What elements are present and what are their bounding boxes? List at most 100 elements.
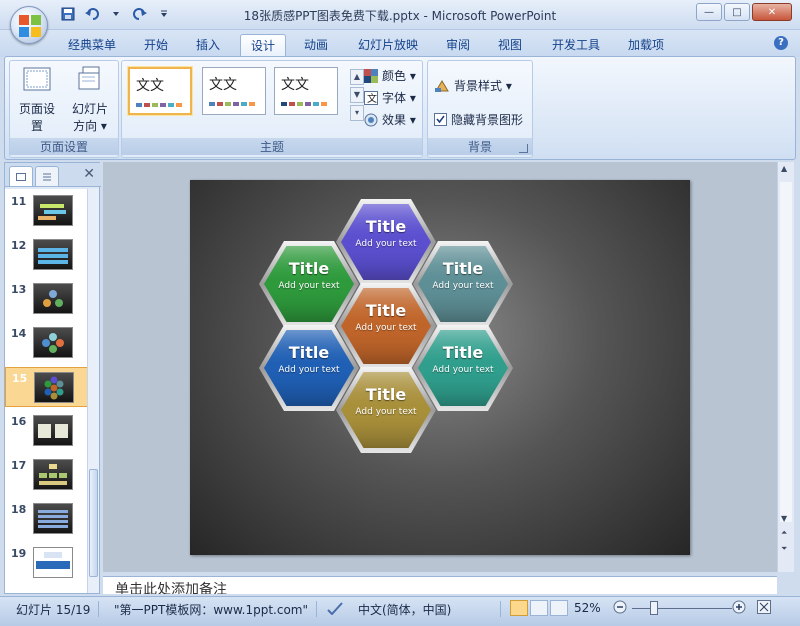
ribbon-tab-bar: 经典菜单 开始 插入 设计 动画 幻灯片放映 审阅 视图 开发工具 加载项 ? <box>0 30 800 57</box>
slide-orientation-label-1: 幻灯片 <box>71 102 108 116</box>
slide-show-view-button[interactable] <box>550 600 568 616</box>
slide-thumbnail-list: 11 12 13 14 15 16 17 18 19 <box>5 189 89 593</box>
zoom-slider-knob[interactable] <box>650 601 658 615</box>
gallery-more[interactable]: ▾ <box>350 105 364 121</box>
theme-effects-button[interactable]: 效果 ▾ <box>364 111 416 128</box>
slide-orientation-button[interactable]: 幻灯片 方向 ▾ <box>68 65 112 134</box>
checkbox-checked-icon[interactable] <box>434 113 447 126</box>
colors-icon <box>364 68 378 83</box>
slide-thumbnail-19[interactable]: 19 <box>5 543 89 583</box>
previous-slide-icon[interactable]: ⏶ <box>781 528 787 538</box>
status-separator <box>316 601 317 617</box>
hexagon-bottom[interactable]: Title Add your text <box>336 367 436 453</box>
close-panel-icon[interactable]: ✕ <box>83 166 95 182</box>
background-group: 背景样式 ▾ 隐藏背景图形 背景 <box>427 60 533 158</box>
tab-slide-show[interactable]: 幻灯片放映 <box>348 34 428 57</box>
outline-tab[interactable] <box>35 166 59 186</box>
hide-background-graphics-label: 隐藏背景图形 <box>451 113 524 127</box>
redo-icon[interactable] <box>130 5 150 23</box>
slide-sorter-view-button[interactable] <box>530 600 548 616</box>
gallery-scroll-up[interactable]: ▲ <box>350 69 364 85</box>
slide-number: 12 <box>11 239 27 252</box>
theme-thumbnail[interactable]: 文文 <box>274 67 338 115</box>
theme-thumbnail[interactable]: 文文 <box>128 67 192 115</box>
slide-preview <box>33 503 73 534</box>
hexagon-title: Title <box>288 343 330 362</box>
slide-thumbnail-12[interactable]: 12 <box>5 235 89 275</box>
slide-number: 11 <box>11 195 27 208</box>
tab-developer[interactable]: 开发工具 <box>542 34 610 57</box>
theme-fonts-button[interactable]: 文 字体 ▾ <box>364 89 416 106</box>
window-controls: — □ ✕ <box>696 3 792 21</box>
zoom-in-icon[interactable] <box>732 600 746 617</box>
close-button[interactable]: ✕ <box>752 3 792 21</box>
hexagon-title: Title <box>365 217 407 236</box>
tab-home[interactable]: 开始 <box>134 34 178 57</box>
hide-background-graphics[interactable]: 隐藏背景图形 <box>434 111 523 128</box>
background-styles-button[interactable]: 背景样式 ▾ <box>434 77 512 94</box>
undo-dropdown-icon[interactable] <box>106 5 126 23</box>
scrollbar-thumb[interactable] <box>89 469 98 577</box>
undo-icon[interactable] <box>82 5 102 23</box>
page-setup-button[interactable]: 页面设置 <box>16 65 58 134</box>
zoom-slider[interactable] <box>632 608 732 609</box>
outline-tab-icon <box>43 173 51 180</box>
slides-panel: ✕ 11 12 13 14 15 16 17 18 19 <box>4 162 101 594</box>
theme-colors-button[interactable]: 颜色 ▾ <box>364 67 416 84</box>
slide-canvas[interactable]: Title Add your text Title Add your text Titl… <box>190 180 690 555</box>
themes-group-label: 主题 <box>122 138 422 155</box>
theme-swatches <box>209 102 255 106</box>
save-icon[interactable] <box>58 5 78 23</box>
tab-insert[interactable]: 插入 <box>186 34 230 57</box>
slide-editing-area: Title Add your text Title Add your text Titl… <box>103 162 777 572</box>
theme-thumbnail-text: 文文 <box>209 77 237 93</box>
normal-view-button[interactable] <box>510 600 528 616</box>
tab-classic-menu[interactable]: 经典菜单 <box>58 34 126 57</box>
theme-thumbnail[interactable]: 文文 <box>202 67 266 115</box>
tab-add-ins[interactable]: 加载项 <box>618 34 674 57</box>
status-separator <box>98 601 99 617</box>
tab-review[interactable]: 审阅 <box>436 34 480 57</box>
maximize-button[interactable]: □ <box>724 3 750 21</box>
slide-thumbnail-14[interactable]: 14 <box>5 323 89 363</box>
slide-preview <box>33 239 73 270</box>
notes-placeholder: 单击此处添加备注 <box>115 582 227 594</box>
theme-gallery: 文文 文文 文文 ▲ ▼ ▾ <box>126 67 364 123</box>
next-slide-icon[interactable]: ⏷ <box>781 544 787 554</box>
slide-number: 19 <box>11 547 27 560</box>
notes-pane[interactable]: 单击此处添加备注 <box>103 576 777 594</box>
office-button[interactable] <box>10 6 48 44</box>
customize-qat-icon[interactable] <box>154 5 174 23</box>
slides-tab[interactable] <box>9 166 33 186</box>
slide-thumbnail-17[interactable]: 17 <box>5 455 89 495</box>
tab-animations[interactable]: 动画 <box>294 34 338 57</box>
scroll-down-arrow-icon[interactable]: ▼ <box>781 514 787 523</box>
slide-thumbnail-18[interactable]: 18 <box>5 499 89 539</box>
slide-thumbnail-11[interactable]: 11 <box>5 191 89 231</box>
spell-check-icon[interactable] <box>326 601 344 618</box>
slide-preview <box>33 415 73 446</box>
dialog-launcher-icon[interactable] <box>519 144 528 153</box>
slide-number: 18 <box>11 503 27 516</box>
slide-thumbnail-15[interactable]: 15 <box>5 367 89 407</box>
slide-thumbnail-13[interactable]: 13 <box>5 279 89 319</box>
theme-thumbnail-text: 文文 <box>136 78 164 94</box>
slides-panel-scrollbar[interactable] <box>87 189 99 593</box>
help-icon[interactable]: ? <box>774 36 788 50</box>
zoom-level[interactable]: 52% <box>574 601 601 615</box>
page-setup-group: 页面设置 幻灯片 方向 ▾ 页面设置 <box>9 60 119 158</box>
zoom-out-icon[interactable] <box>613 600 627 617</box>
gallery-scroll-down[interactable]: ▼ <box>350 87 364 103</box>
slide-orientation-label-2: 方向 ▾ <box>73 119 107 133</box>
tab-view[interactable]: 视图 <box>488 34 532 57</box>
ribbon: 页面设置 幻灯片 方向 ▾ 页面设置 文文 文文 文文 ▲ ▼ ▾ 颜色 ▾ 文… <box>4 56 796 160</box>
language[interactable]: 中文(简体，中国) <box>358 601 451 618</box>
slide-area-scrollbar[interactable]: ▲ ▼ ⏶ ⏷ <box>777 162 794 572</box>
background-group-label: 背景 <box>428 138 532 155</box>
scroll-up-arrow-icon[interactable]: ▲ <box>781 164 787 173</box>
tab-design[interactable]: 设计 <box>240 34 287 57</box>
scrollbar-thumb[interactable] <box>780 182 792 522</box>
slide-thumbnail-16[interactable]: 16 <box>5 411 89 451</box>
minimize-button[interactable]: — <box>696 3 722 21</box>
fit-to-window-icon[interactable] <box>757 600 771 617</box>
